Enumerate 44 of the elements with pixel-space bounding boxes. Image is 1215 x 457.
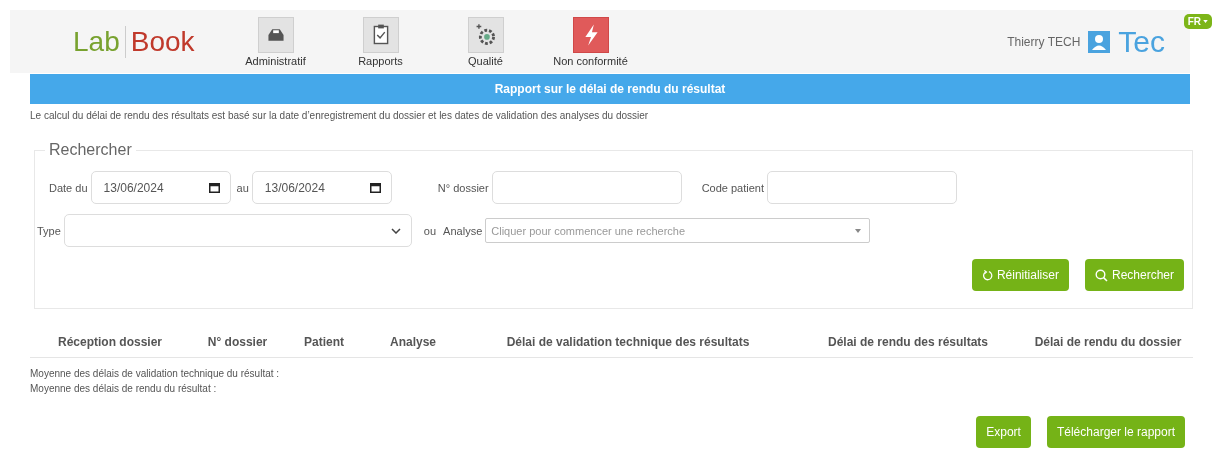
user-name: Thierry TECH — [1007, 34, 1081, 49]
field-label: Date du — [49, 181, 88, 194]
logo-text: Lab — [73, 25, 126, 58]
input-field[interactable] — [491, 171, 682, 204]
logo-text: Book — [129, 25, 195, 58]
column-header: Analyse — [389, 335, 437, 349]
field-label: ou — [423, 224, 437, 237]
column-header: Réception dossier — [57, 335, 163, 349]
field-label: Type — [37, 224, 61, 237]
column-header: Délai de rendu des résultats — [826, 335, 990, 349]
gear-icon — [475, 22, 495, 45]
nav-item[interactable]: Rapports — [328, 16, 433, 67]
reset-icon — [981, 269, 993, 281]
field-label: N° dossier — [437, 181, 489, 194]
caret-icon — [855, 228, 862, 233]
column-header: Patient — [303, 335, 345, 349]
column-header: Délai de rendu du dossier — [1033, 335, 1183, 349]
nav-item[interactable]: Non conformité — [538, 16, 643, 67]
summary-text: Moyenne des délais de rendu du résultat : — [30, 383, 218, 394]
summary-text: Moyenne des délais de validation technique du résultat : — [30, 368, 281, 379]
nav-item[interactable]: Qualité — [433, 16, 538, 67]
panel-title: Rechercher — [48, 141, 133, 159]
user-icon — [1088, 30, 1111, 53]
column-header: Délai de validation technique des résultats — [505, 335, 751, 349]
input-field[interactable] — [767, 171, 958, 204]
clipboard-icon — [373, 24, 388, 44]
calendar-icon — [369, 182, 381, 193]
tray-icon — [267, 28, 284, 41]
column-header: N° dossier — [206, 335, 269, 349]
description-text: Le calcul du délai de rendu des résultats est basé sur la date d’enregistrement du dossier et les dates de validation des analyses du dossier — [30, 110, 650, 121]
chevron-down-icon — [390, 227, 401, 234]
field-label: Analyse — [443, 224, 483, 237]
nav-item[interactable]: Administratif — [223, 16, 328, 67]
field-label: Code patient — [701, 181, 765, 194]
page-title: Rapport sur le délai de rendu du résultat — [30, 74, 1190, 104]
date-field[interactable]: 13/06/2024 — [90, 171, 231, 204]
search-icon — [1094, 268, 1108, 282]
date-field[interactable]: 13/06/2024 — [251, 171, 392, 204]
caret-icon — [1203, 20, 1208, 23]
brand-logo: Tec — [1118, 26, 1165, 57]
lightning-icon — [584, 24, 598, 45]
field-label: au — [236, 181, 249, 194]
calendar-icon — [208, 182, 220, 193]
type-select[interactable] — [63, 214, 412, 247]
